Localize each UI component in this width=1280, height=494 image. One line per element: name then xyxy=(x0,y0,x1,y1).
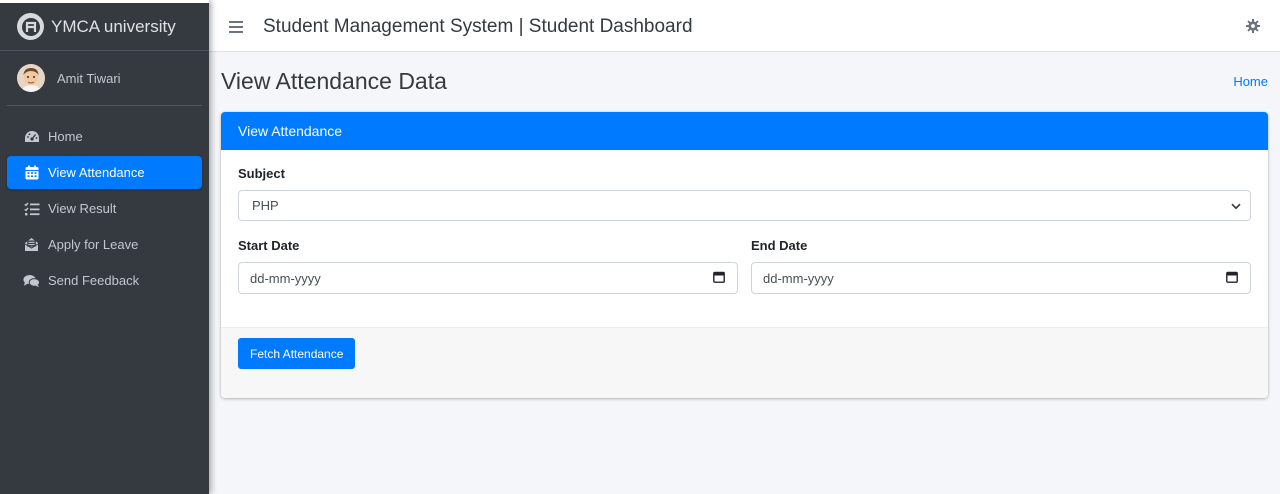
start-date-group: Start Date dd-mm-yyyy xyxy=(238,238,738,294)
app-title: Student Management System | Student Dash… xyxy=(263,16,693,37)
chevron-down-icon xyxy=(1231,198,1241,213)
card-header: View Attendance xyxy=(221,112,1268,150)
sidebar-item-label: View Attendance xyxy=(48,165,145,180)
sidebar-item-view-attendance[interactable]: View Attendance xyxy=(7,156,202,189)
sidebar-item-send-feedback[interactable]: Send Feedback xyxy=(7,264,202,297)
card-body: Subject PHP Start Date dd-mm-yyyy End Da… xyxy=(221,150,1268,327)
subject-select[interactable]: PHP xyxy=(238,190,1251,221)
avatar xyxy=(17,64,45,92)
sidebar-nav: Home View Attendance View Result Apply f… xyxy=(0,106,209,297)
brand-logo-icon xyxy=(17,13,44,40)
top-navbar: Student Management System | Student Dash… xyxy=(209,0,1280,52)
end-date-input[interactable]: dd-mm-yyyy xyxy=(751,262,1251,294)
content-wrapper: View Attendance Data Home View Attendanc… xyxy=(209,52,1280,494)
brand-link[interactable]: YMCA university xyxy=(0,0,209,51)
page-title: View Attendance Data xyxy=(221,67,447,94)
envelope-open-icon xyxy=(23,236,40,253)
main-sidebar: YMCA university Amit Tiwari Home View At… xyxy=(0,0,209,494)
sidebar-item-label: View Result xyxy=(48,201,117,216)
card-footer: Fetch Attendance xyxy=(221,327,1268,398)
list-check-icon xyxy=(23,200,40,217)
sidebar-item-home[interactable]: Home xyxy=(7,120,202,153)
brand-name: YMCA university xyxy=(51,16,176,36)
end-date-placeholder: dd-mm-yyyy xyxy=(763,270,834,286)
hamburger-menu-icon[interactable] xyxy=(229,21,243,33)
end-date-group: End Date dd-mm-yyyy xyxy=(751,238,1251,294)
calendar-picker-icon[interactable] xyxy=(713,271,725,286)
comments-icon xyxy=(23,272,40,289)
calendar-picker-icon[interactable] xyxy=(1226,271,1238,286)
gear-icon[interactable] xyxy=(1246,19,1260,38)
dashboard-icon xyxy=(23,128,40,145)
start-date-label: Start Date xyxy=(238,238,300,253)
attendance-card: View Attendance Subject PHP Start Date d… xyxy=(221,112,1268,398)
start-date-placeholder: dd-mm-yyyy xyxy=(250,270,321,286)
user-name: Amit Tiwari xyxy=(57,70,121,86)
user-panel[interactable]: Amit Tiwari xyxy=(7,51,202,106)
sidebar-item-apply-for-leave[interactable]: Apply for Leave xyxy=(7,228,202,261)
date-row: Start Date dd-mm-yyyy End Date dd-mm-yyy… xyxy=(238,238,1251,294)
end-date-label: End Date xyxy=(751,238,808,253)
content-header: View Attendance Data Home xyxy=(221,52,1268,110)
subject-selected-value: PHP xyxy=(252,198,279,213)
subject-label: Subject xyxy=(238,166,285,181)
fetch-attendance-button[interactable]: Fetch Attendance xyxy=(238,338,356,369)
breadcrumb-home-link[interactable]: Home xyxy=(1233,74,1268,89)
start-date-input[interactable]: dd-mm-yyyy xyxy=(238,262,738,294)
sidebar-item-label: Home xyxy=(48,129,83,144)
sidebar-item-label: Send Feedback xyxy=(48,273,140,288)
sidebar-item-view-result[interactable]: View Result xyxy=(7,192,202,225)
sidebar-item-label: Apply for Leave xyxy=(48,237,139,252)
calendar-icon xyxy=(23,164,40,181)
